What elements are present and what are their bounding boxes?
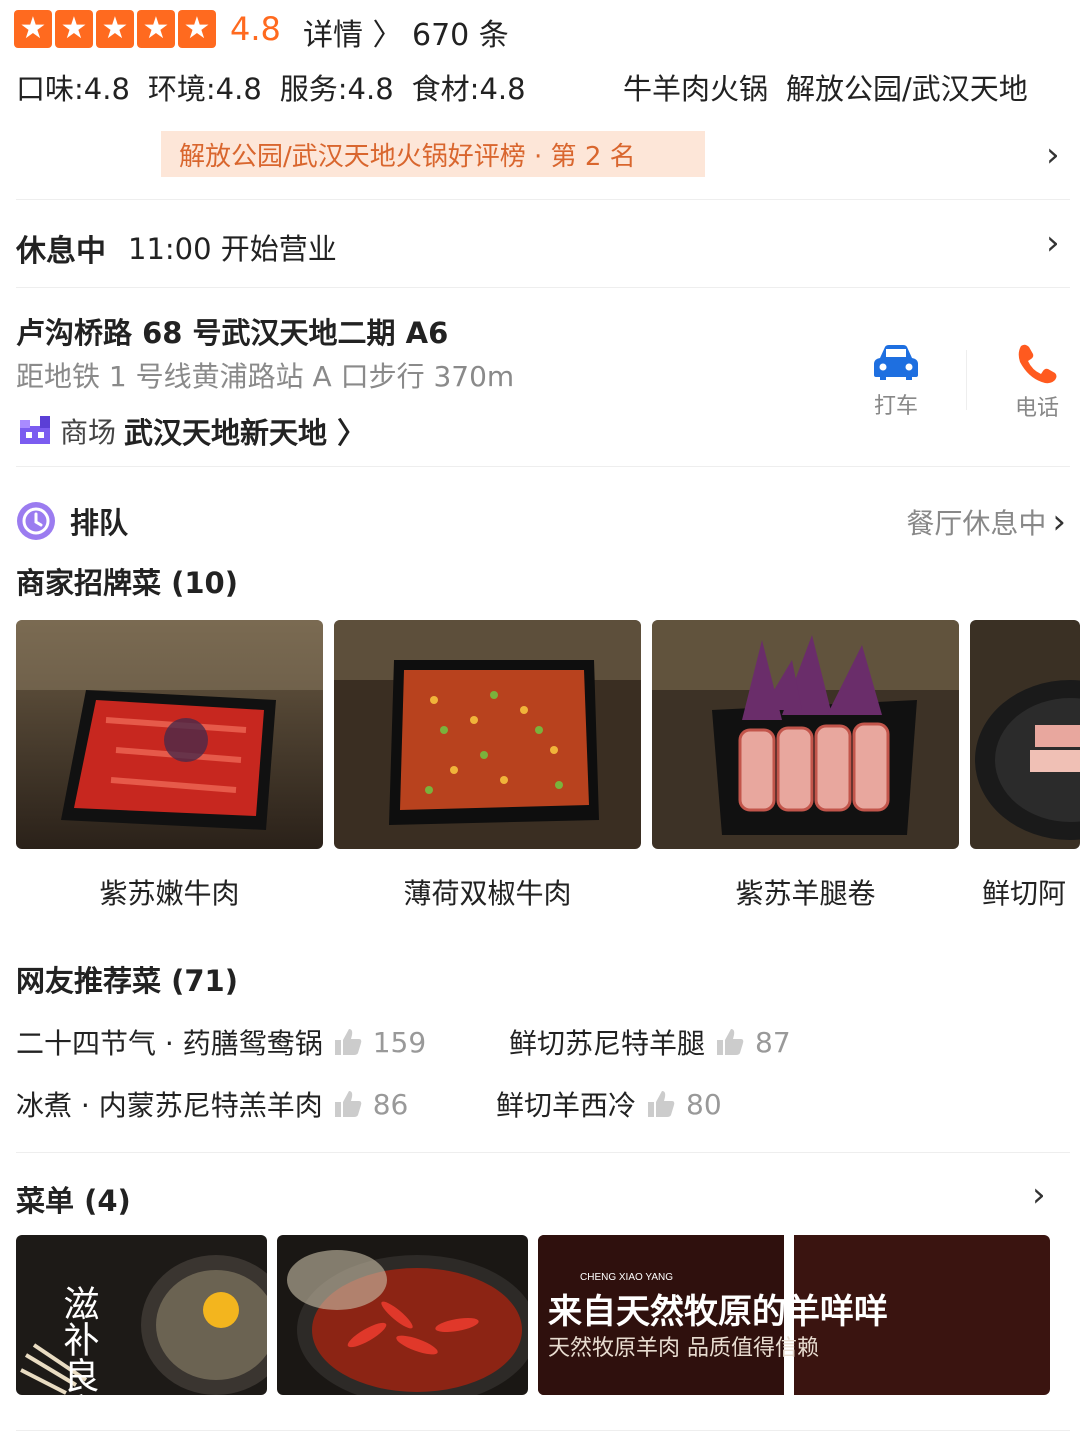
cuisine-area: 牛羊肉火锅 解放公园/武汉天地 [623,66,1028,108]
dish-image[interactable] [970,620,1080,849]
clock-icon [17,502,55,540]
subscore-service: 服务:4.8 [279,72,394,106]
open-time: 11:00 开始营业 [128,232,337,266]
like-count: 86 [372,1087,409,1121]
menu-card-text: 滋补良方 [58,1285,99,1395]
divider [16,287,1070,288]
subway-distance: 距地铁 1 号线黄浦路站 A 口步行 370m [16,360,515,393]
rating-score: 4.8 [230,10,281,48]
dish-name: 鲜切阿 [982,877,1067,910]
dish-name: 薄荷双椒牛肉 [403,877,572,910]
cuisine-type: 牛羊肉火锅 [623,72,769,106]
mall-icon [18,416,52,446]
subscores: 口味:4.8 环境:4.8 服务:4.8 食材:4.8 [16,66,526,108]
thumbs-up-icon [648,1091,675,1117]
like-count: 87 [755,1025,791,1059]
brand-text: CHENG XIAO YANG [580,1272,673,1283]
divider [16,1152,1070,1153]
chevron-right-icon[interactable]: › [1046,226,1060,260]
divider [966,350,967,410]
divider [16,466,1070,467]
mall-label: 商场 [60,416,117,449]
like-count: 159 [372,1025,427,1059]
like-count: 80 [686,1087,722,1121]
recommended-dish[interactable]: 鲜切苏尼特羊腿 87 [509,1022,791,1062]
recommended-dish[interactable]: 二十四节气 · 药膳鸳鸯锅 159 [16,1022,426,1062]
dish-name: 紫苏羊腿卷 [735,877,876,910]
dish-name: 冰煮 · 内蒙苏尼特羔羊肉 [16,1089,323,1122]
ranking-badge[interactable]: 解放公园/武汉天地火锅好评榜 · 第 2 名 [161,131,705,177]
dish-image[interactable] [16,620,323,849]
star-icon: ★ [55,10,93,48]
dish-name: 鲜切苏尼特羊腿 [509,1027,706,1060]
chevron-right-icon: › [1052,502,1066,542]
divider [16,199,1070,200]
details-link[interactable]: 详情 〉 [303,10,403,54]
mall-name: 武汉天地新天地 〉 [124,416,367,450]
star-rating: ★ ★ ★ ★ ★ [14,10,216,48]
recommended-dish[interactable]: 冰煮 · 内蒙苏尼特羔羊肉 86 [16,1084,408,1124]
mall-link[interactable]: 商场 武汉天地新天地 〉 [18,410,366,452]
taxi-button[interactable]: 打车 [851,342,941,420]
banner-subline: 天然牧原羊肉 品质值得信赖 [548,1336,819,1361]
subscore-environment: 环境:4.8 [147,72,262,106]
menu-title: 菜单 (4) [16,1184,131,1218]
taxi-label: 打车 [873,394,918,419]
review-count[interactable]: 670 条 [412,10,509,54]
queue-title: 排队 [70,506,129,540]
phone-icon [1018,344,1057,384]
dish-image[interactable] [334,620,641,849]
phone-label: 电话 [1014,396,1059,421]
business-status: 休息中 [16,234,106,269]
dish-name: 鲜切羊西冷 [496,1089,637,1122]
queue-status[interactable]: 餐厅休息中 › [906,502,1066,542]
thumbs-up-icon [334,1091,361,1117]
dish-name: 紫苏嫩牛肉 [99,877,240,910]
subscore-taste: 口味:4.8 [16,72,130,106]
star-icon: ★ [96,10,134,48]
queue-status-text: 餐厅休息中 [906,507,1047,540]
star-icon: ★ [178,10,216,48]
area-name: 解放公园/武汉天地 [786,72,1028,106]
recommended-dish[interactable]: 鲜切羊西冷 80 [496,1084,722,1124]
subscore-ingredients: 食材:4.8 [411,72,526,106]
queue-row[interactable]: 排队 [16,500,128,542]
recommended-title: 网友推荐菜 (71) [16,964,238,998]
thumbs-up-icon [334,1029,361,1055]
signature-title: 商家招牌菜 (10) [16,566,238,600]
star-icon: ★ [14,10,52,48]
menu-image[interactable]: 滋补良方 [16,1235,267,1395]
thumbs-up-icon [717,1029,744,1055]
chevron-right-icon[interactable]: › [1046,138,1060,172]
address[interactable]: 卢沟桥路 68 号武汉天地二期 A6 [16,310,448,352]
dish-image[interactable] [652,620,959,849]
chevron-right-icon[interactable]: › [1032,1178,1046,1212]
menu-image[interactable] [277,1235,528,1395]
ranking-text: 解放公园/武汉天地火锅好评榜 · 第 2 名 [179,141,636,172]
star-icon: ★ [137,10,175,48]
banner-headline: 来自天然牧原的羊咩咩 [548,1292,888,1332]
car-icon [874,345,918,380]
menu-banner[interactable]: CHENG XIAO YANG 来自天然牧原的羊咩咩 天然牧原羊肉 品质值得信赖 [538,1235,1050,1395]
dish-name: 二十四节气 · 药膳鸳鸯锅 [16,1027,323,1060]
phone-button[interactable]: 电话 [992,342,1080,422]
divider [16,1430,1070,1431]
